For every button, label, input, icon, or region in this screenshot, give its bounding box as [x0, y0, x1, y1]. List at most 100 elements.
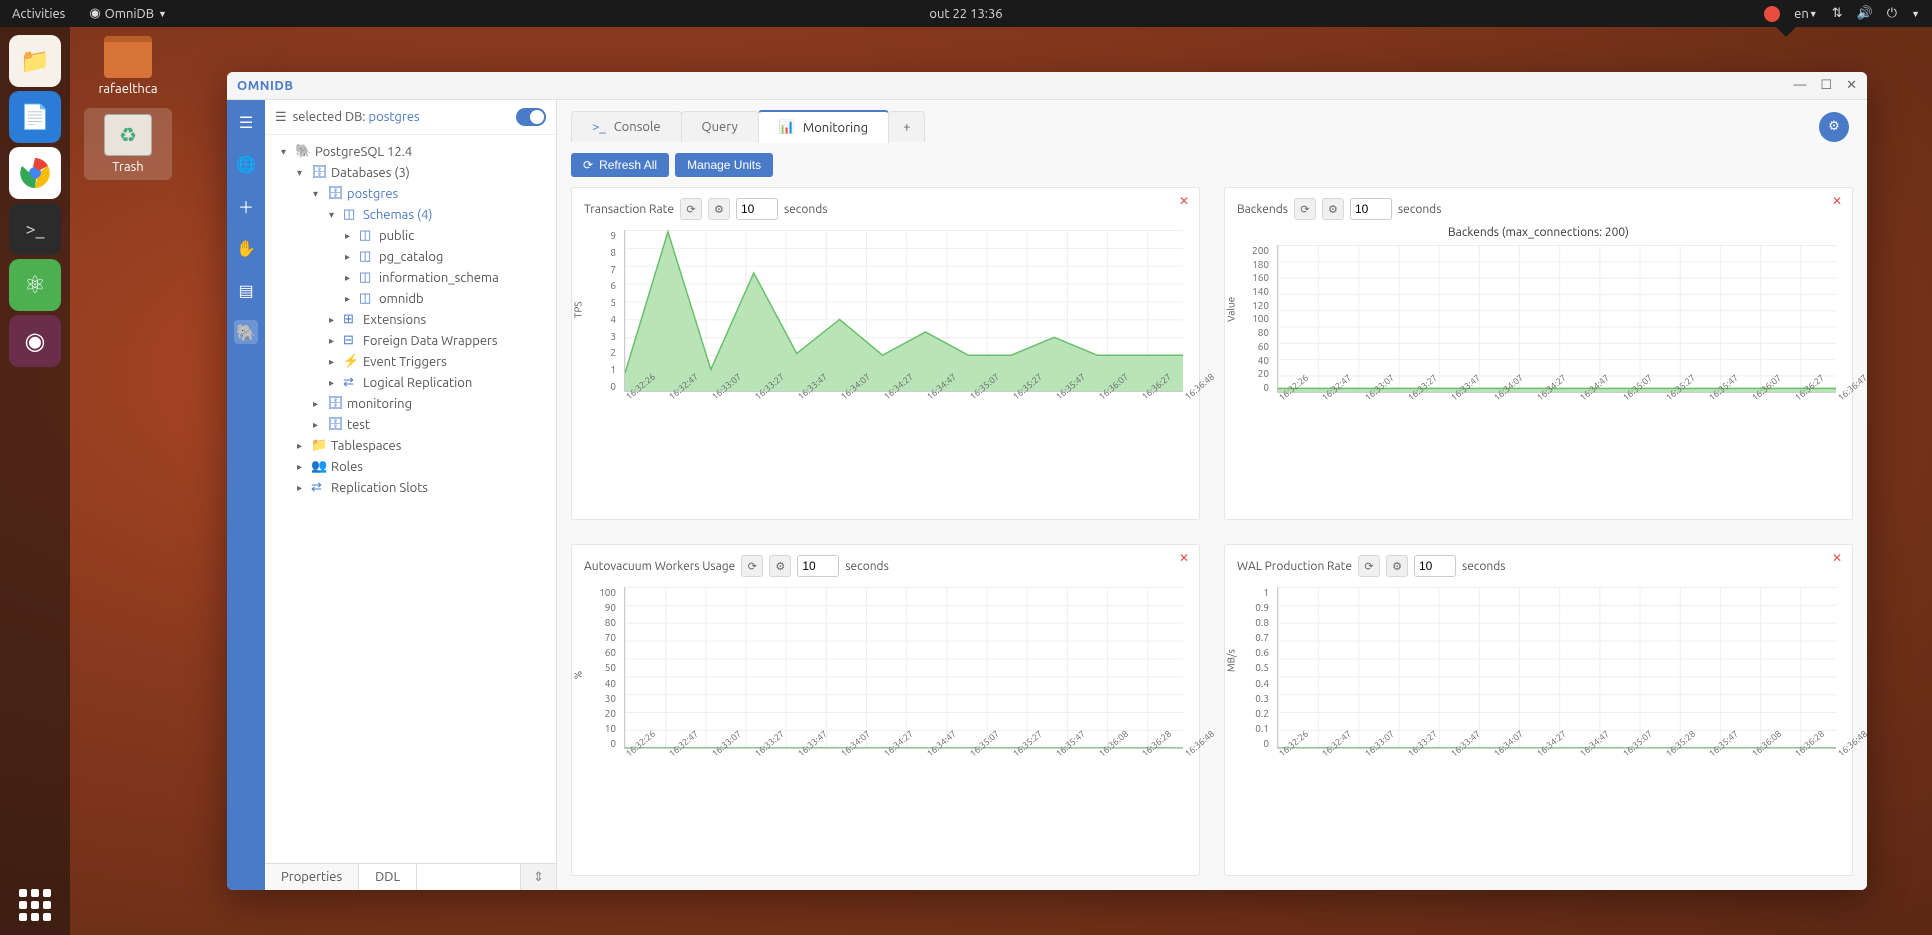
tree-schema-omnidb[interactable]: ▸◫omnidb: [265, 288, 556, 309]
dock-atom-icon[interactable]: ⚛: [9, 259, 61, 311]
chart-plot: [1277, 245, 1836, 393]
tree-schema-public[interactable]: ▸◫public: [265, 225, 556, 246]
database-icon: 🗄: [327, 417, 343, 432]
notification-indicator[interactable]: [1764, 6, 1780, 22]
card-title: Autovacuum Workers Usage: [584, 560, 735, 573]
rail-hand-icon[interactable]: ✋: [234, 236, 258, 260]
tree-roles[interactable]: ▸👥Roles: [265, 456, 556, 477]
desktop-folder[interactable]: rafaelthca: [84, 36, 172, 96]
x-axis: 16:32:2616:32:4716:33:0716:33:2716:33:47…: [624, 394, 1183, 418]
tab-query[interactable]: Query: [681, 111, 759, 142]
monitoring-toolbar: ⟳Refresh All Manage Units: [557, 143, 1867, 187]
volume-icon[interactable]: 🔊: [1857, 6, 1873, 21]
dock-chrome-icon[interactable]: [9, 147, 61, 199]
interval-input[interactable]: [1414, 555, 1456, 577]
card-close-icon[interactable]: ✕: [1832, 551, 1842, 565]
selected-db-name[interactable]: postgres: [369, 110, 420, 124]
gear-icon[interactable]: ⚙: [769, 555, 791, 577]
y-axis: 200180160140120100806040200: [1237, 241, 1273, 417]
tree-extensions[interactable]: ▸⊞Extensions: [265, 309, 556, 330]
trash-icon: [104, 114, 152, 156]
tree-db-test[interactable]: ▸🗄test: [265, 414, 556, 435]
unit-label: seconds: [1398, 203, 1441, 216]
interval-input[interactable]: [1350, 198, 1392, 220]
chart-title: Backends (max_connections: 200): [1237, 226, 1840, 239]
main-tabs: >_Console Query 📊Monitoring + ⚙: [557, 100, 1867, 143]
database-icon: 🗄: [327, 396, 343, 411]
database-icon: 🗄: [327, 186, 343, 201]
tree-root[interactable]: ▾🐘PostgreSQL 12.4: [265, 141, 556, 162]
menu-icon[interactable]: ☰: [275, 110, 287, 125]
tree-repl-slots[interactable]: ▸⇄Replication Slots: [265, 477, 556, 498]
gear-icon[interactable]: ⚙: [1322, 198, 1344, 220]
selected-db-label: selected DB:: [293, 110, 366, 124]
gear-icon[interactable]: ⚙: [708, 198, 730, 220]
activities-button[interactable]: Activities: [12, 7, 65, 21]
rail-snippet-icon[interactable]: ▤: [234, 278, 258, 302]
dock-apps-grid-icon[interactable]: [19, 889, 51, 921]
dock-ubuntu-icon[interactable]: ◉: [9, 315, 61, 367]
rail-menu-icon[interactable]: ☰: [234, 110, 258, 134]
tree-databases[interactable]: ▾🗄Databases (3): [265, 162, 556, 183]
dock-libreoffice-icon[interactable]: 📄: [9, 91, 61, 143]
manage-units-button[interactable]: Manage Units: [675, 153, 773, 177]
y-axis-label: TPS: [573, 301, 584, 318]
card-close-icon[interactable]: ✕: [1832, 194, 1842, 208]
tab-add[interactable]: +: [888, 111, 925, 142]
tab-console[interactable]: >_Console: [571, 111, 682, 142]
refresh-icon: ⟳: [583, 158, 593, 172]
refresh-icon[interactable]: ⟳: [1358, 555, 1380, 577]
omnidb-window: OMNIDB — ☐ ✕ ☰ 🌐 ＋ ✋ ▤ 🐘 ☰ selected DB: …: [227, 72, 1867, 890]
rail-postgres-icon[interactable]: 🐘: [234, 320, 258, 344]
tree-schemas[interactable]: ▾◫Schemas (4): [265, 204, 556, 225]
dock: 📁 📄 >_ ⚛ ◉: [0, 27, 70, 935]
lang-indicator[interactable]: en ▼: [1794, 7, 1818, 21]
refresh-icon[interactable]: ⟳: [1294, 198, 1316, 220]
titlebar[interactable]: OMNIDB — ☐ ✕: [227, 72, 1867, 100]
interval-input[interactable]: [736, 198, 778, 220]
sidebar-bottom-tabs: Properties DDL ⇕: [265, 863, 556, 890]
tree-schema-info[interactable]: ▸◫information_schema: [265, 267, 556, 288]
tree-db-postgres[interactable]: ▾🗄postgres: [265, 183, 556, 204]
rail-add-icon[interactable]: ＋: [234, 194, 258, 218]
resize-handle-icon[interactable]: ⇕: [520, 864, 556, 890]
window-close-icon[interactable]: ✕: [1846, 78, 1857, 93]
x-axis: 16:32:2616:32:4716:33:0716:33:2716:33:47…: [1277, 395, 1836, 419]
unit-label: seconds: [845, 560, 888, 573]
y-axis: 10.90.80.70.60.50.40.30.20.10: [1237, 583, 1273, 773]
window-maximize-icon[interactable]: ☐: [1820, 78, 1832, 93]
refresh-all-button[interactable]: ⟳Refresh All: [571, 153, 669, 177]
sidebar: ☰ selected DB: postgres ▾🐘PostgreSQL 12.…: [265, 100, 557, 890]
rail-connections-icon[interactable]: 🌐: [234, 152, 258, 176]
icon-rail: ☰ 🌐 ＋ ✋ ▤ 🐘: [227, 100, 265, 890]
dock-files-icon[interactable]: 📁: [9, 35, 61, 87]
settings-button[interactable]: ⚙: [1819, 112, 1849, 142]
refresh-icon[interactable]: ⟳: [680, 198, 702, 220]
app-menu[interactable]: ◉OmniDB▼: [89, 6, 167, 21]
system-menu-caret[interactable]: ▼: [1911, 9, 1920, 19]
interval-input[interactable]: [797, 555, 839, 577]
window-minimize-icon[interactable]: —: [1793, 78, 1806, 93]
tree-fdw[interactable]: ▸⊟Foreign Data Wrappers: [265, 330, 556, 351]
tree-tablespaces[interactable]: ▸📁Tablespaces: [265, 435, 556, 456]
y-axis-label: MB/s: [1226, 649, 1237, 672]
tab-properties[interactable]: Properties: [265, 864, 359, 890]
dock-terminal-icon[interactable]: >_: [9, 203, 61, 255]
refresh-icon[interactable]: ⟳: [741, 555, 763, 577]
tree-logical-repl[interactable]: ▸⇄Logical Replication: [265, 372, 556, 393]
tree-event-triggers[interactable]: ▸⚡Event Triggers: [265, 351, 556, 372]
network-icon[interactable]: ⇅: [1832, 6, 1843, 21]
power-icon[interactable]: ⏻: [1887, 6, 1897, 21]
sidebar-toggle[interactable]: [516, 108, 546, 126]
gear-icon[interactable]: ⚙: [1386, 555, 1408, 577]
tree-db-monitoring[interactable]: ▸🗄monitoring: [265, 393, 556, 414]
chart-plot: [624, 230, 1183, 392]
card-autovacuum: ✕ Autovacuum Workers Usage ⟳ ⚙ seconds %…: [571, 544, 1200, 876]
tab-monitoring[interactable]: 📊Monitoring: [758, 110, 889, 143]
tab-ddl[interactable]: DDL: [359, 864, 417, 890]
desktop-trash[interactable]: Trash: [84, 108, 172, 180]
clock[interactable]: out 22 13:36: [929, 7, 1002, 21]
tree-schema-pgcatalog[interactable]: ▸◫pg_catalog: [265, 246, 556, 267]
card-close-icon[interactable]: ✕: [1179, 194, 1189, 208]
card-close-icon[interactable]: ✕: [1179, 551, 1189, 565]
